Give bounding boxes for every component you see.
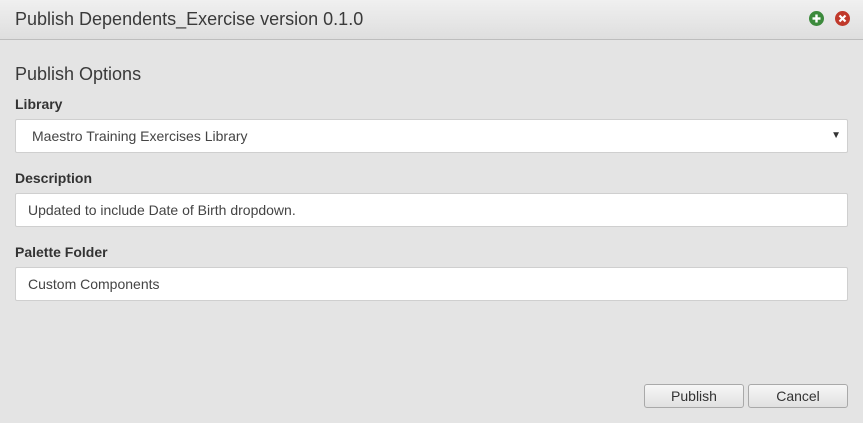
cancel-button[interactable]: Cancel	[748, 384, 848, 408]
library-label: Library	[15, 96, 63, 112]
description-label: Description	[15, 170, 93, 186]
publish-options-heading: Publish Options	[15, 64, 142, 84]
plus-circle-icon[interactable]	[809, 11, 824, 26]
chevron-down-icon: ▼	[831, 130, 841, 141]
palette-folder-label: Palette Folder	[15, 244, 108, 260]
publish-dialog: Publish Dependents_Exercise version 0.1.…	[0, 0, 863, 423]
dialog-title: Publish Dependents_Exercise version 0.1.…	[15, 9, 364, 29]
publish-button[interactable]: Publish	[644, 384, 744, 408]
palette-folder-input[interactable]	[15, 267, 848, 301]
library-select[interactable]: Maestro Training Exercises Library ▼	[15, 119, 848, 153]
dialog-titlebar: Publish Dependents_Exercise version 0.1.…	[0, 0, 863, 40]
close-circle-icon[interactable]	[835, 11, 850, 26]
library-selected-value: Maestro Training Exercises Library	[32, 128, 248, 144]
description-input[interactable]	[15, 193, 848, 227]
